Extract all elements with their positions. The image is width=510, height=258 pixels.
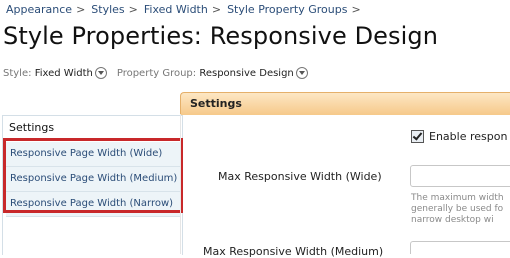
enable-responsive-checkbox-row[interactable]: Enable respon bbox=[411, 130, 507, 143]
help-line: narrow desktop wi bbox=[411, 215, 494, 225]
content-divider bbox=[180, 114, 181, 254]
enable-responsive-label: Enable respon bbox=[429, 130, 508, 143]
chevron-down-icon[interactable] bbox=[94, 67, 107, 79]
help-line: The maximum width bbox=[411, 193, 504, 203]
sidebar-list: Responsive Page Width (Wide) Responsive … bbox=[6, 142, 180, 217]
property-group-filter-label: Property Group: bbox=[116, 67, 197, 79]
sidebar-item-responsive-page-width-narrow[interactable]: Responsive Page Width (Narrow) bbox=[6, 192, 180, 217]
style-filter-label: Style: bbox=[3, 67, 32, 79]
max-responsive-width-wide-input[interactable] bbox=[410, 165, 510, 187]
breadcrumb-separator: > bbox=[211, 3, 222, 16]
breadcrumb-fixed-width[interactable]: Fixed Width bbox=[144, 3, 208, 16]
help-line: generally be used fo bbox=[411, 204, 504, 214]
sidebar-item-responsive-page-width-wide[interactable]: Responsive Page Width (Wide) bbox=[6, 142, 180, 167]
tab-settings[interactable]: Settings bbox=[180, 92, 510, 115]
page-title: Style Properties: Responsive Design bbox=[3, 22, 439, 50]
max-responsive-width-medium-label: Max Responsive Width (Medium) bbox=[203, 245, 384, 258]
filter-bar: Style: Fixed Width Property Group: Respo… bbox=[3, 67, 318, 79]
breadcrumb-style-property-groups[interactable]: Style Property Groups bbox=[227, 3, 347, 16]
sidebar: Settings Responsive Page Width (Wide) Re… bbox=[2, 115, 183, 255]
chevron-down-icon[interactable] bbox=[295, 67, 308, 79]
max-responsive-width-medium-input[interactable] bbox=[410, 241, 510, 254]
breadcrumb-separator: > bbox=[128, 3, 138, 16]
sidebar-heading: Settings bbox=[9, 121, 55, 134]
max-responsive-width-wide-label: Max Responsive Width (Wide) bbox=[218, 170, 382, 183]
breadcrumb-appearance[interactable]: Appearance bbox=[6, 3, 72, 16]
breadcrumb-separator: > bbox=[76, 3, 86, 16]
sidebar-item-responsive-page-width-medium[interactable]: Responsive Page Width (Medium) bbox=[6, 167, 180, 192]
max-responsive-width-wide-help: The maximum width generally be used fo n… bbox=[411, 193, 504, 226]
tab-settings-label: Settings bbox=[190, 97, 242, 110]
style-filter-value[interactable]: Fixed Width bbox=[35, 68, 93, 79]
breadcrumb-styles[interactable]: Styles bbox=[91, 3, 124, 16]
property-group-filter-value[interactable]: Responsive Design bbox=[199, 68, 293, 79]
enable-responsive-checkbox[interactable] bbox=[411, 130, 424, 143]
breadcrumb: Appearance > Styles > Fixed Width > Style Prop… bbox=[6, 3, 367, 16]
breadcrumb-separator: > bbox=[351, 3, 361, 16]
